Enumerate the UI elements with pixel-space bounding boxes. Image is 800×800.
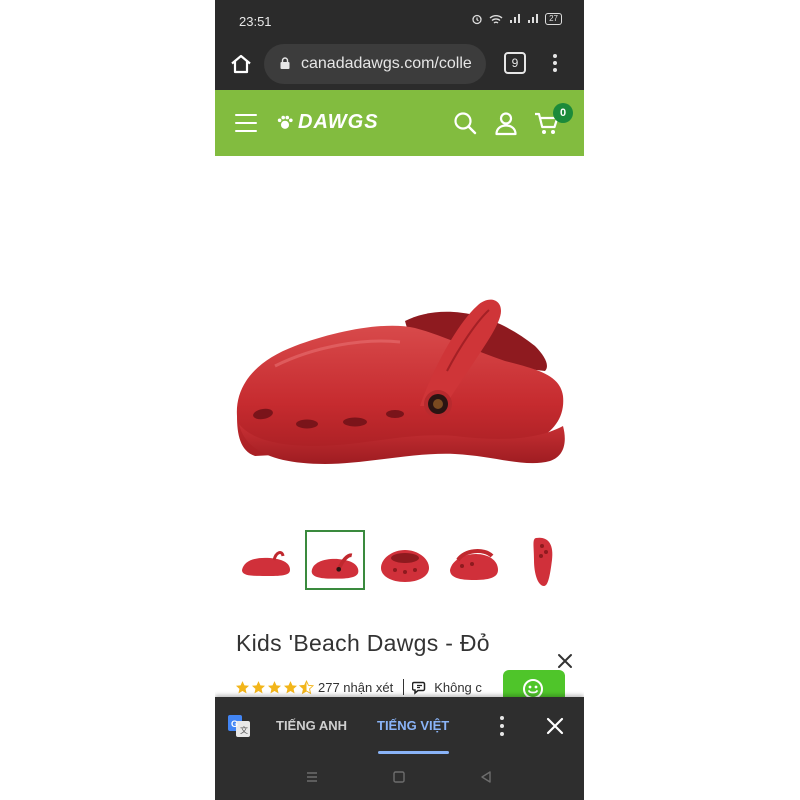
chat-text[interactable]: Không c [434,680,482,695]
star-icon [283,680,298,693]
alarm-icon [472,14,482,25]
signal-icon-1 [510,14,521,23]
thumbnail-2[interactable] [305,530,365,590]
browser-toolbar: canadadawgs.com/colle 9 [215,40,584,90]
translate-close-icon[interactable] [546,717,564,735]
phone-screen: 23:51 27 canadadawgs.com/colle 9 DAWGS 0… [215,0,584,800]
translate-source-lang-tab[interactable]: TIẾNG ANH [276,718,347,733]
star-half-icon [299,679,314,694]
product-main-image[interactable] [215,156,584,526]
thumbnail-5[interactable] [514,530,574,590]
url-text: canadadawgs.com/colle [301,55,472,72]
back-icon[interactable] [478,769,494,785]
thumbnail-3[interactable] [375,530,435,590]
search-icon[interactable] [452,110,478,136]
status-time: 23:51 [239,14,272,29]
signal-icon-2 [528,14,539,23]
close-icon[interactable] [556,652,574,670]
thumbnail-4[interactable] [444,530,504,590]
logo-text: DAWGS [298,111,379,133]
site-logo[interactable]: DAWGS [276,111,379,134]
home-nav-icon[interactable] [391,769,407,785]
star-icon [251,680,266,693]
thumbnail-strip [215,530,584,592]
rating-stars [235,679,314,695]
home-icon[interactable] [229,52,253,76]
paw-logo-icon [277,115,293,129]
status-icons: 27 [471,13,562,25]
star-icon [267,680,282,693]
chat-icon [412,681,426,695]
cart-count-badge: 0 [553,103,573,123]
site-header: DAWGS [215,90,584,156]
more-vert-icon[interactable] [552,52,558,74]
star-icon [235,680,250,693]
user-icon[interactable] [493,110,519,136]
battery-icon: 27 [545,13,562,25]
status-bar: 23:51 27 [215,0,584,40]
hamburger-menu-icon[interactable] [235,114,257,132]
active-tab-indicator [378,751,449,754]
svg-text:G: G [231,719,238,729]
google-translate-icon[interactable]: G文 [228,715,250,737]
lock-icon [280,57,290,69]
clog-image [236,299,565,464]
url-field[interactable]: canadadawgs.com/colle [264,44,486,84]
rating-row: 277 nhận xét Không c [235,676,482,698]
recents-icon[interactable] [304,769,320,785]
translate-more-icon[interactable] [499,716,505,736]
translate-bar: G文 TIẾNG ANH TIẾNG VIỆT [215,697,584,755]
product-title: Kids 'Beach Dawgs - Đỏ [236,630,490,656]
svg-text:文: 文 [240,725,248,735]
translate-target-lang-tab[interactable]: TIẾNG VIỆT [377,718,449,733]
wifi-icon [489,14,503,24]
divider [403,679,405,695]
thumbnail-1[interactable] [236,530,296,590]
tab-switcher-button[interactable]: 9 [504,52,526,74]
system-nav-bar [215,755,584,800]
reviews-count[interactable]: 277 nhận xét [318,680,393,695]
